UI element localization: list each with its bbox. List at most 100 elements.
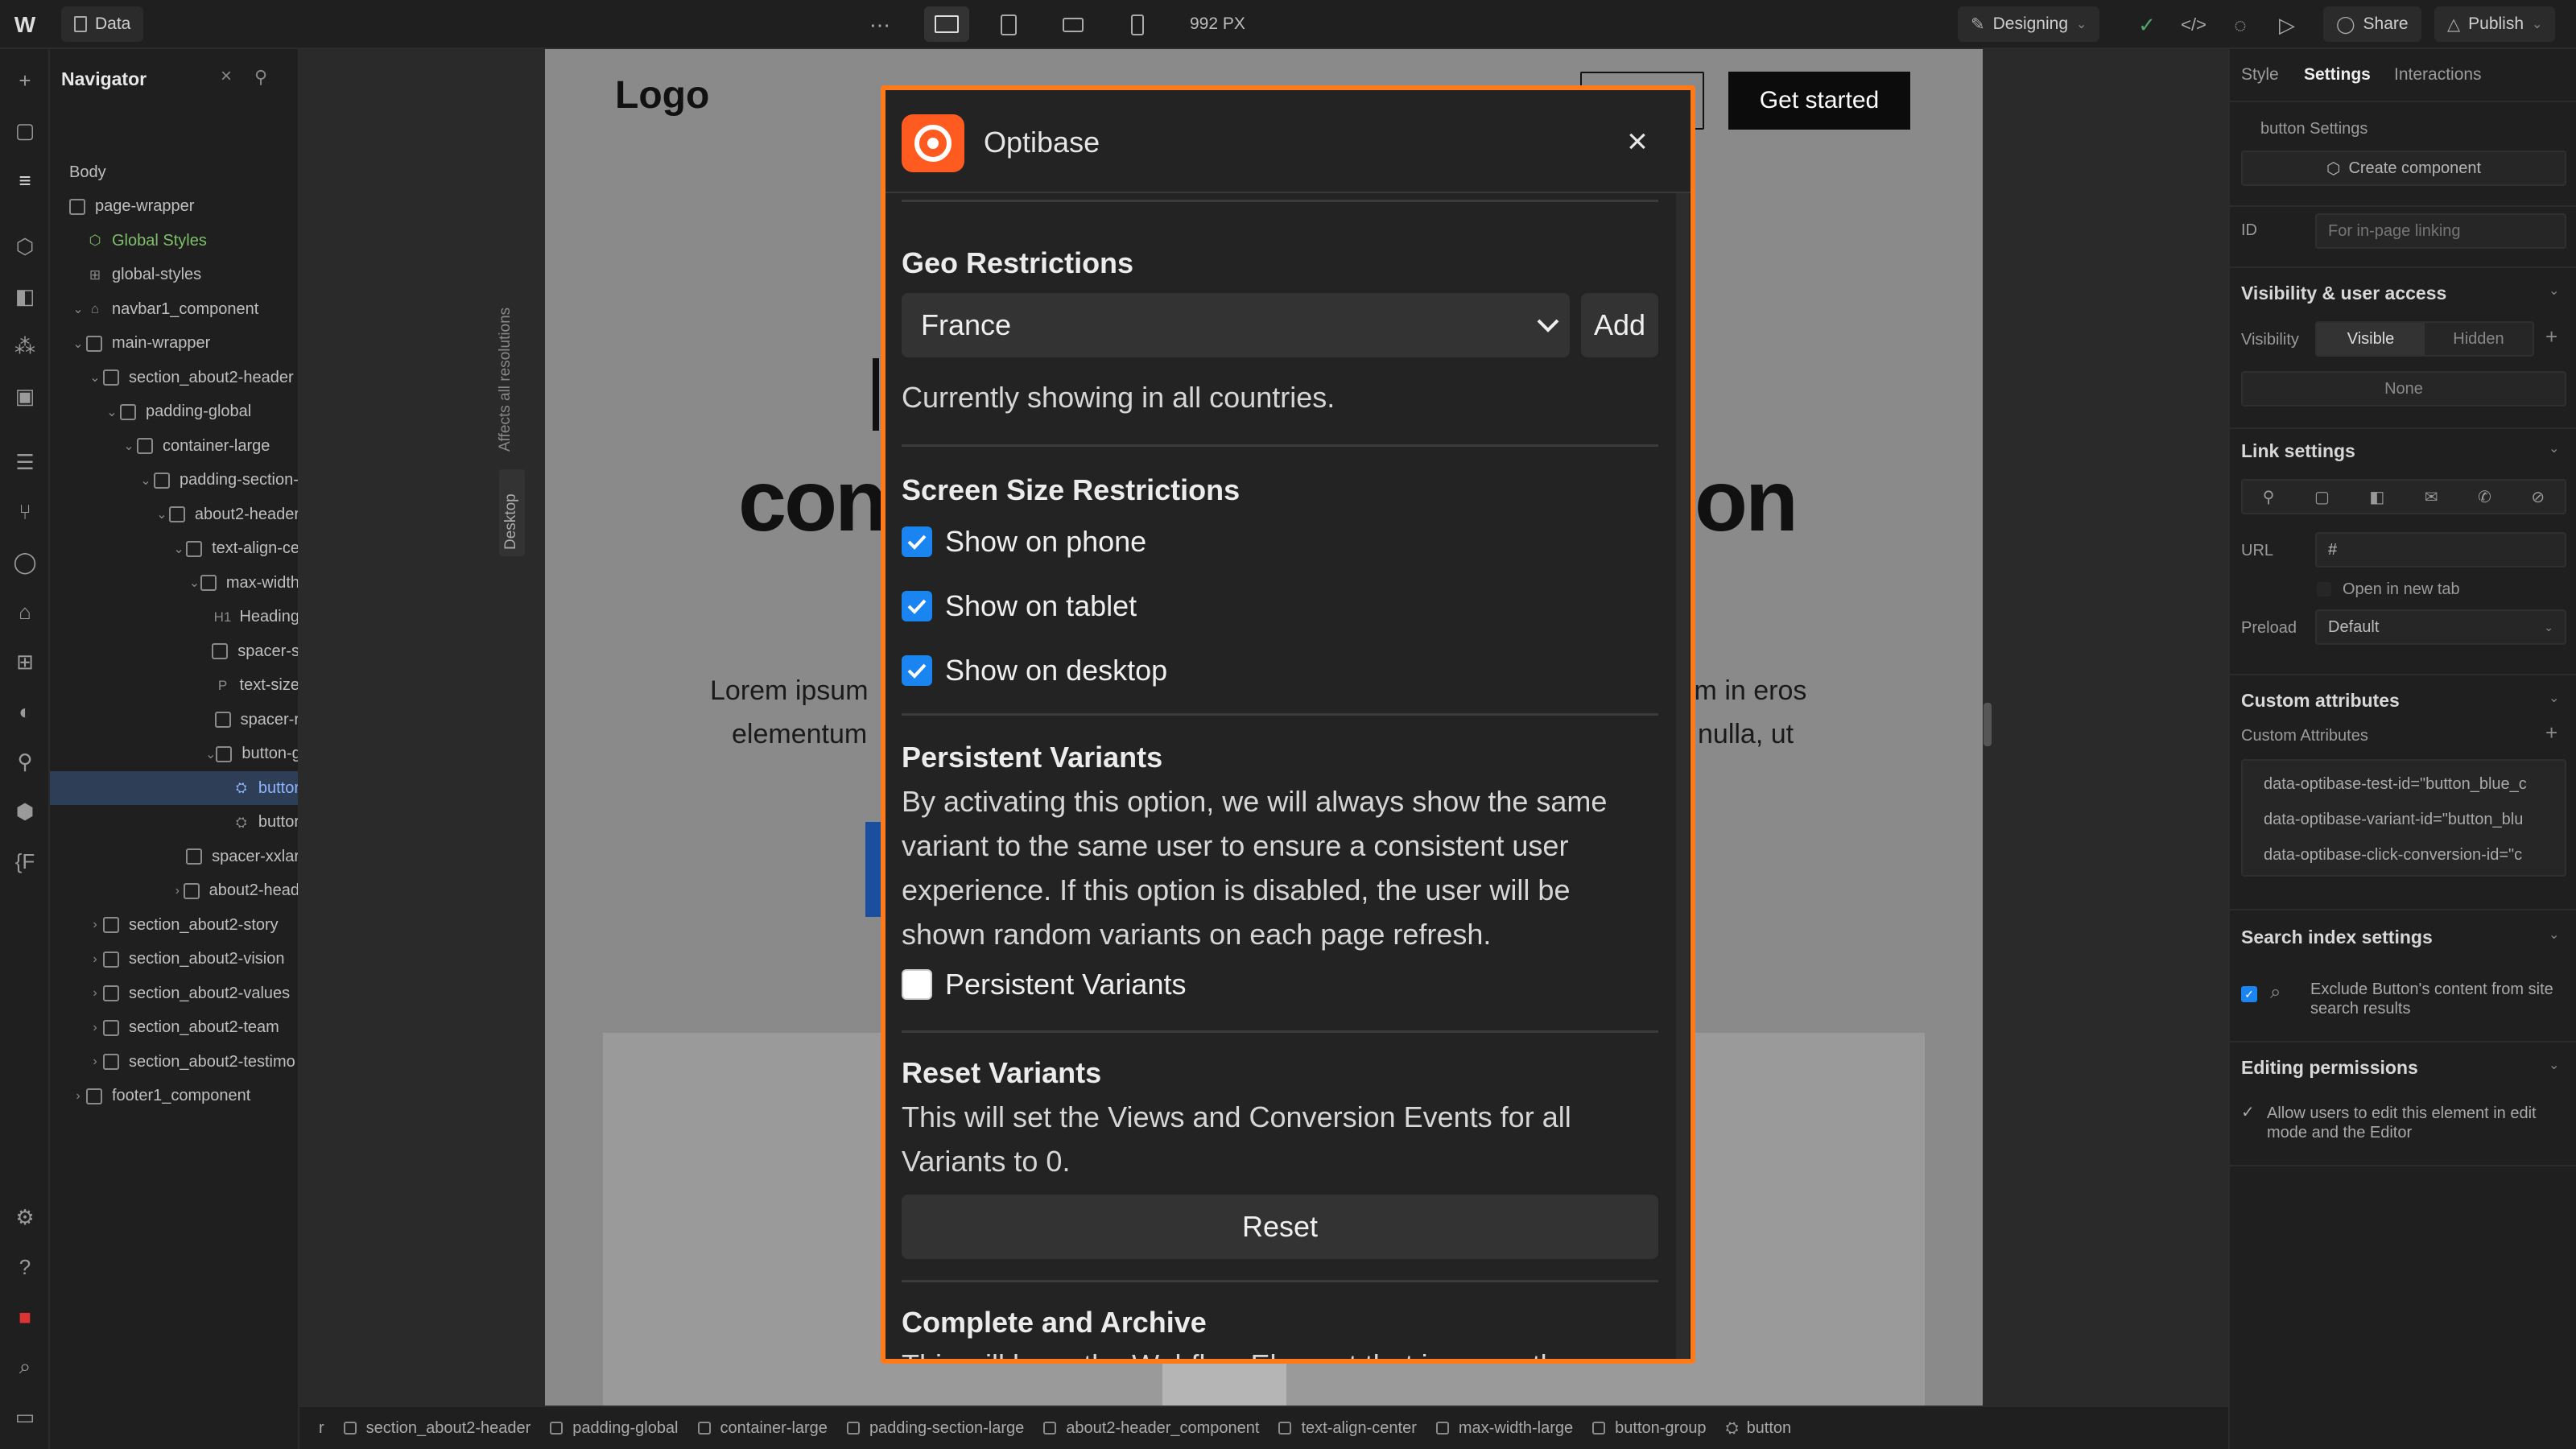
settings-icon[interactable]: ⚙ [11,1203,39,1231]
open-new-tab-checkbox[interactable] [2317,582,2331,597]
chevron-icon[interactable]: ⌄ [138,473,154,489]
chevron-icon[interactable]: › [171,884,184,898]
breadcrumb-item[interactable]: r [319,1419,324,1438]
link-url-icon[interactable]: ⚲ [2263,487,2275,507]
custom-attributes-heading[interactable]: Custom attributes [2241,690,2400,712]
play-icon[interactable]: ▷ [2273,11,2301,39]
add-icon[interactable]: + [2545,324,2557,349]
custom-attribute-row[interactable]: data-optibase-test-id="button_blue_c [2264,775,2527,794]
add-icon[interactable]: + [11,67,39,94]
navigator-tree-item[interactable]: Body [50,155,298,189]
close-icon[interactable]: × [221,65,232,88]
hidden-option[interactable]: Hidden [2425,323,2533,355]
create-component-button[interactable]: ⬡ Create component [2241,151,2566,186]
cms-icon[interactable]: ☰ [11,448,39,476]
breadcrumb-item[interactable]: padding-section-large [846,1419,1024,1438]
close-icon[interactable]: × [1621,124,1653,159]
variables-icon[interactable]: ⁂ [11,332,39,360]
link-settings-heading[interactable]: Link settings [2241,440,2355,462]
show-on-tablet-checkbox[interactable]: Show on tablet [902,589,1137,623]
custom-attribute-row[interactable]: data-optibase-click-conversion-id="c [2264,846,2522,865]
navigator-tree-item[interactable]: page-wrapper [50,190,298,224]
navigator-tree-item[interactable]: ⌄ padding-section- [50,464,298,497]
chevron-icon[interactable]: ⌄ [104,404,120,420]
breadcrumb-item[interactable]: padding-global [550,1419,679,1438]
chevron-down-icon[interactable]: ⌄ [2549,927,2559,943]
navigator-tree-item[interactable]: ⌄ padding-global [50,395,298,429]
navigator-tree-item[interactable]: spacer-xxlar [50,840,298,873]
tab-interactions[interactable]: Interactions [2394,65,2482,85]
landscape-phone-icon[interactable] [1059,11,1087,39]
breadcrumb-item[interactable]: text-align-center [1278,1419,1417,1438]
chevron-icon[interactable]: › [87,1021,103,1035]
navigator-tree-item[interactable]: H1 Heading [50,601,298,634]
navigator-tree-item[interactable]: ⛭ buttor [50,806,298,840]
selected-button-highlight[interactable] [865,822,881,917]
share-button[interactable]: ◯ Share [2323,6,2421,42]
site-logo[interactable]: Logo [615,73,709,118]
breadcrumb-item[interactable]: max-width-large [1435,1419,1573,1438]
tab-style[interactable]: Style [2241,65,2279,85]
search-icon[interactable]: ⌕ [11,1353,39,1381]
publish-button[interactable]: △ Publish ⌄ [2434,6,2556,42]
navigator-tree-item[interactable]: › footer1_component [50,1080,298,1113]
help-icon[interactable]: ? [11,1253,39,1281]
chevron-down-icon[interactable]: ⌄ [2549,1057,2559,1073]
checkbox-checked-icon[interactable] [902,526,932,557]
mode-dropdown[interactable]: ✎ Designing ⌄ [1958,6,2100,42]
chevron-icon[interactable]: ⌄ [70,301,86,317]
link-phone-icon[interactable]: ✆ [2478,487,2491,507]
navigator-tree-item[interactable]: ⌄ text-align-ce [50,532,298,566]
chevron-icon[interactable]: ⌄ [87,369,103,386]
chevron-icon[interactable]: ⌄ [188,575,200,591]
editing-permissions-heading[interactable]: Editing permissions [2241,1057,2418,1079]
navigator-tree-item[interactable]: ⌄ main-wrapper [50,327,298,361]
navigator-tree-item[interactable]: › about2-head [50,874,298,908]
id-input[interactable] [2315,213,2566,249]
comment-icon[interactable]: ◌ [2227,11,2254,39]
search-index-heading[interactable]: Search index settings [2241,927,2433,948]
navigator-tree-item[interactable]: ⬡ Global Styles [50,224,298,258]
check-status-icon[interactable]: ✓ [2133,11,2161,39]
apps-icon[interactable]: ⊞ [11,648,39,675]
navigator-tree-item[interactable]: › section_about2-testimo [50,1045,298,1079]
link-file-icon[interactable]: ⊘ [2531,487,2545,507]
link-page-icon[interactable]: ▢ [2314,487,2330,507]
add-icon[interactable]: + [2545,720,2557,745]
tab-settings[interactable]: Settings [2304,65,2371,85]
navigator-tree-item[interactable]: ⌄ button-g [50,737,298,771]
navigator-tree-item[interactable]: › section_about2-team [50,1011,298,1045]
navigator-tree-item[interactable]: ⌄ about2-header [50,497,298,531]
search-exclude-checkbox[interactable]: ✓ [2241,986,2257,1002]
visibility-heading[interactable]: Visibility & user access [2241,283,2446,304]
chevron-down-icon[interactable]: ⌄ [2549,283,2559,299]
record-icon[interactable]: ■ [11,1303,39,1331]
chevron-icon[interactable]: ⌄ [205,746,216,762]
visible-option[interactable]: Visible [2317,323,2425,355]
tablet-icon[interactable] [995,11,1022,39]
navigator-tree-item[interactable]: › section_about2-vision [50,943,298,976]
chevron-icon[interactable]: › [87,1055,103,1069]
reset-button[interactable]: Reset [902,1195,1658,1259]
show-on-desktop-checkbox[interactable]: Show on desktop [902,654,1167,687]
checkbox-checked-icon[interactable] [902,655,932,686]
logic-icon[interactable]: ⑂ [11,498,39,526]
country-select[interactable]: France [902,293,1570,357]
webflow-logo-icon[interactable]: W [11,11,39,39]
preload-select[interactable]: Default ⌄ [2315,609,2566,645]
navigator-tree-item[interactable]: ⌄ section_about2-header [50,361,298,394]
breakpoint-desktop-button[interactable] [924,6,969,42]
navigator-tree-item[interactable]: spacer-s [50,634,298,668]
breadcrumb-item[interactable]: ⛭ button [1726,1419,1792,1438]
breadcrumb-item[interactable]: section_about2-header [343,1419,530,1438]
chevron-icon[interactable]: ⌄ [121,438,137,454]
pin-icon[interactable]: ⚲ [254,67,267,88]
components-icon[interactable]: ⬡ [11,233,39,260]
style-selectors-icon[interactable]: ◧ [11,283,39,310]
users-icon[interactable]: ◯ [11,548,39,576]
breadcrumb-item[interactable]: button-group [1592,1419,1707,1438]
ecommerce-icon[interactable]: ⌂ [11,598,39,625]
pages-icon[interactable]: ▢ [11,117,39,144]
link-email-icon[interactable]: ✉ [2425,487,2438,507]
navigator-tree-item[interactable]: ⛭ buttor [50,771,298,805]
